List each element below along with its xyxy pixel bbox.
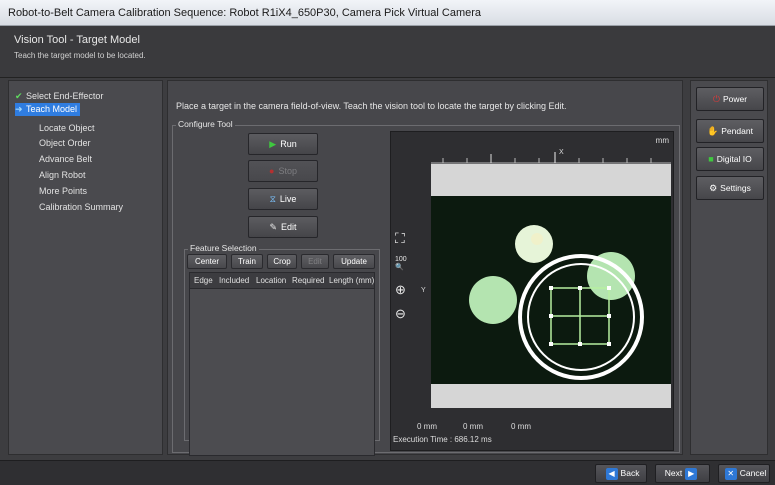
x-axis-label: X bbox=[559, 149, 564, 156]
main-panel: Place a target in the camera field-of-vi… bbox=[167, 80, 683, 456]
column-edge: Edge bbox=[194, 276, 213, 285]
nav-item-teach-model[interactable]: ➜ Teach Model bbox=[15, 103, 81, 116]
train-button[interactable]: Train bbox=[231, 254, 263, 269]
zoom-in-icon[interactable]: ⊕ bbox=[395, 282, 406, 298]
center-button[interactable]: Center bbox=[187, 254, 227, 269]
edit-button[interactable]: ✎ Edit bbox=[248, 216, 318, 238]
ruler-ticks bbox=[431, 152, 671, 164]
zoom-100-icon[interactable]: 100 🔍 bbox=[395, 256, 407, 272]
power-button[interactable]: ⏻ Power bbox=[696, 87, 764, 111]
gear-icon: ⚙ bbox=[709, 183, 718, 193]
pendant-button[interactable]: ✋ Pendant bbox=[696, 119, 764, 143]
instruction-text: Place a target in the camera field-of-vi… bbox=[176, 101, 567, 111]
nav-item-object-order[interactable]: Object Order bbox=[39, 137, 91, 150]
cancel-icon: ✕ bbox=[724, 467, 737, 480]
update-button[interactable]: Update bbox=[333, 254, 375, 269]
feature-selection-label: Feature Selection bbox=[188, 243, 259, 253]
unit-label: mm bbox=[655, 136, 669, 145]
window-titlebar: Robot-to-Belt Camera Calibration Sequenc… bbox=[0, 0, 775, 26]
mm-readout-2: 0 mm bbox=[463, 422, 483, 431]
check-icon: ✔ bbox=[15, 91, 23, 101]
nav-item-align-robot[interactable]: Align Robot bbox=[39, 169, 86, 182]
stop-button[interactable]: ● Stop bbox=[248, 160, 318, 182]
pendant-icon: ✋ bbox=[707, 126, 719, 136]
digital-io-button[interactable]: ■ Digital IO bbox=[696, 147, 764, 171]
feature-table[interactable]: Edge Included Location Required Length (… bbox=[189, 272, 375, 456]
feature-edit-button[interactable]: Edit bbox=[301, 254, 329, 269]
top-ruler: X bbox=[431, 149, 671, 164]
mm-readout-3: 0 mm bbox=[511, 422, 531, 431]
highlight-circle-outer bbox=[518, 254, 644, 380]
next-arrow-icon: ▶ bbox=[685, 467, 698, 480]
stop-icon: ● bbox=[269, 166, 275, 176]
column-location: Location bbox=[256, 276, 287, 285]
wizard-header: Vision Tool - Target Model Teach the tar… bbox=[0, 26, 775, 78]
feature-table-header: Edge Included Location Required Length (… bbox=[190, 273, 374, 289]
arrow-right-icon: ➜ bbox=[15, 104, 23, 114]
zoom-fit-icon[interactable]: ⛶ bbox=[395, 230, 405, 247]
nav-item-more-points[interactable]: More Points bbox=[39, 185, 87, 198]
wizard-footer: ◀ Back Next ▶ ✕ Cancel bbox=[0, 460, 775, 485]
cancel-button[interactable]: ✕ Cancel bbox=[718, 464, 770, 483]
nav-item-locate-object[interactable]: Locate Object bbox=[39, 122, 95, 135]
live-button[interactable]: ⧖ Live bbox=[248, 188, 318, 210]
camera-image[interactable] bbox=[431, 164, 671, 408]
column-required: Required bbox=[292, 276, 325, 285]
right-panel: ⏻ Power ✋ Pendant ■ Digital IO ⚙ Settings bbox=[690, 80, 768, 455]
run-button[interactable]: ▶ Run bbox=[248, 133, 318, 155]
power-icon: ⏻ bbox=[712, 94, 721, 104]
execution-time: Execution Time : 686.12 ms bbox=[393, 435, 492, 444]
back-button[interactable]: ◀ Back bbox=[595, 464, 647, 483]
target-disc-2 bbox=[469, 276, 517, 324]
column-included: Included bbox=[219, 276, 250, 285]
column-length: Length (mm) bbox=[329, 276, 375, 285]
highlight-circle-inner bbox=[527, 263, 635, 371]
target-disc-1-highlight bbox=[531, 233, 543, 245]
play-icon: ▶ bbox=[269, 139, 277, 149]
io-icon: ■ bbox=[708, 154, 714, 164]
step-navigation: ✔ Select End-Effector ➜ Teach Model Locate… bbox=[8, 80, 163, 455]
target-overlay bbox=[469, 225, 644, 380]
nav-item-advance-belt[interactable]: Advance Belt bbox=[39, 153, 92, 166]
camera-live-icon: ⧖ bbox=[269, 194, 276, 204]
crop-button[interactable]: Crop bbox=[267, 254, 297, 269]
back-arrow-icon: ◀ bbox=[605, 467, 618, 480]
zoom-out-icon[interactable]: ⊖ bbox=[395, 306, 406, 322]
feature-selection-group: Center Train Crop Edit Update Edge Inclu… bbox=[184, 249, 380, 456]
window-title: Robot-to-Belt Camera Calibration Sequenc… bbox=[8, 7, 482, 19]
next-button[interactable]: Next ▶ bbox=[655, 464, 710, 483]
settings-button[interactable]: ⚙ Settings bbox=[696, 176, 764, 200]
vision-viewer[interactable]: mm X Y ⛶ 100 🔍 ⊕ ⊖ 0 mm 0 mm 0 mm Execut… bbox=[390, 131, 674, 451]
edit-icon: ✎ bbox=[269, 222, 278, 232]
page-title: Vision Tool - Target Model bbox=[14, 34, 140, 46]
configure-tool-label: Configure Tool bbox=[176, 119, 235, 129]
nav-item-select-end-effector[interactable]: ✔ Select End-Effector bbox=[15, 90, 103, 103]
y-axis-label: Y bbox=[421, 287, 426, 294]
page-subtitle: Teach the target model to be located. bbox=[14, 51, 146, 60]
mm-readout-1: 0 mm bbox=[417, 422, 437, 431]
nav-item-calibration-summary[interactable]: Calibration Summary bbox=[39, 201, 123, 214]
